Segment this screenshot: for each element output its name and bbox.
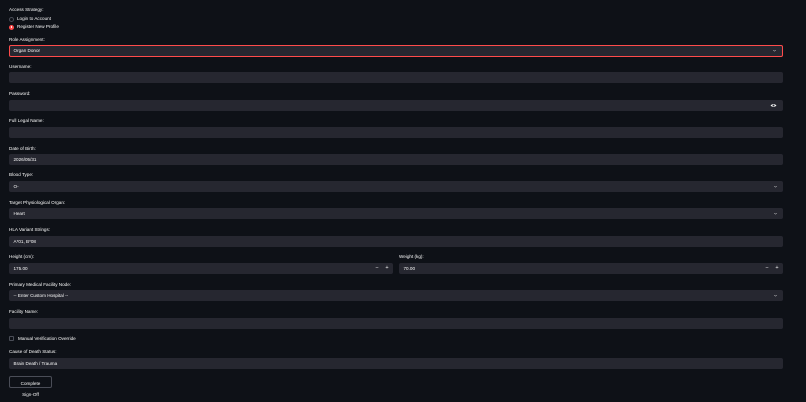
radio-register-label: Register New Profile: [17, 24, 59, 29]
height-input[interactable]: 175.00 − +: [9, 263, 393, 274]
facility-node-select[interactable]: -- Enter Custom Hospital --: [9, 290, 783, 301]
chevron-down-icon: [774, 294, 777, 297]
weight-decrement-button[interactable]: −: [762, 263, 772, 274]
blood-type-value: O-: [13, 184, 19, 189]
height-value: 175.00: [13, 266, 28, 271]
facility-node-label: Primary Medical Facility Node:: [9, 282, 72, 287]
eye-icon[interactable]: [770, 103, 777, 108]
access-strategy-label: Access Strategy:: [9, 7, 44, 12]
facility-name-input[interactable]: [9, 318, 783, 329]
height-decrement-button[interactable]: −: [372, 263, 382, 274]
role-select-value: Organ Donor: [13, 48, 41, 53]
dob-input[interactable]: 2026/05/31: [9, 154, 783, 165]
chevron-down-icon: [774, 185, 777, 188]
dob-label: Date of Birth:: [9, 146, 36, 151]
chevron-down-icon: [773, 49, 776, 52]
weight-increment-button[interactable]: +: [772, 263, 782, 274]
chevron-down-icon: [774, 212, 777, 215]
password-input[interactable]: [9, 100, 783, 111]
manual-override-checkbox[interactable]: [9, 336, 14, 341]
weight-value: 70.00: [403, 266, 416, 271]
complete-sign-off-button[interactable]: Complete Sign-Off: [9, 376, 52, 397]
death-status-label: Cause of Death Status:: [9, 349, 57, 354]
height-label: Height (cm):: [9, 254, 35, 259]
height-increment-button[interactable]: +: [382, 263, 392, 274]
hla-input[interactable]: A*01, B*08: [9, 236, 783, 247]
radio-button-checked[interactable]: [9, 24, 14, 30]
role-label: Role Assignment:: [9, 37, 45, 42]
radio-button-unchecked[interactable]: [9, 16, 14, 22]
organ-select[interactable]: Heart: [9, 208, 783, 219]
organ-value: Heart: [13, 211, 25, 216]
username-label: Username:: [9, 64, 32, 69]
full-name-input[interactable]: [9, 127, 783, 138]
blood-type-label: Blood Type:: [9, 172, 34, 177]
facility-node-value: -- Enter Custom Hospital --: [13, 293, 69, 298]
weight-input[interactable]: 70.00 − +: [399, 263, 783, 274]
username-input[interactable]: [9, 72, 783, 83]
weight-label: Weight (kg):: [399, 254, 424, 259]
organ-label: Target Physiological Organ:: [9, 200, 66, 205]
full-name-label: Full Legal Name:: [9, 118, 44, 123]
manual-override-label: Manual Verification Override: [18, 336, 76, 341]
blood-type-select[interactable]: O-: [9, 181, 783, 192]
hla-label: HLA Variant Strings:: [9, 227, 51, 232]
death-status-input[interactable]: Brain Death / Trauma: [9, 358, 783, 369]
facility-name-label: Facility Name:: [9, 309, 39, 314]
radio-login-label: Login to Account: [17, 16, 51, 21]
role-select[interactable]: Organ Donor: [9, 45, 783, 57]
password-label: Password:: [9, 91, 31, 96]
